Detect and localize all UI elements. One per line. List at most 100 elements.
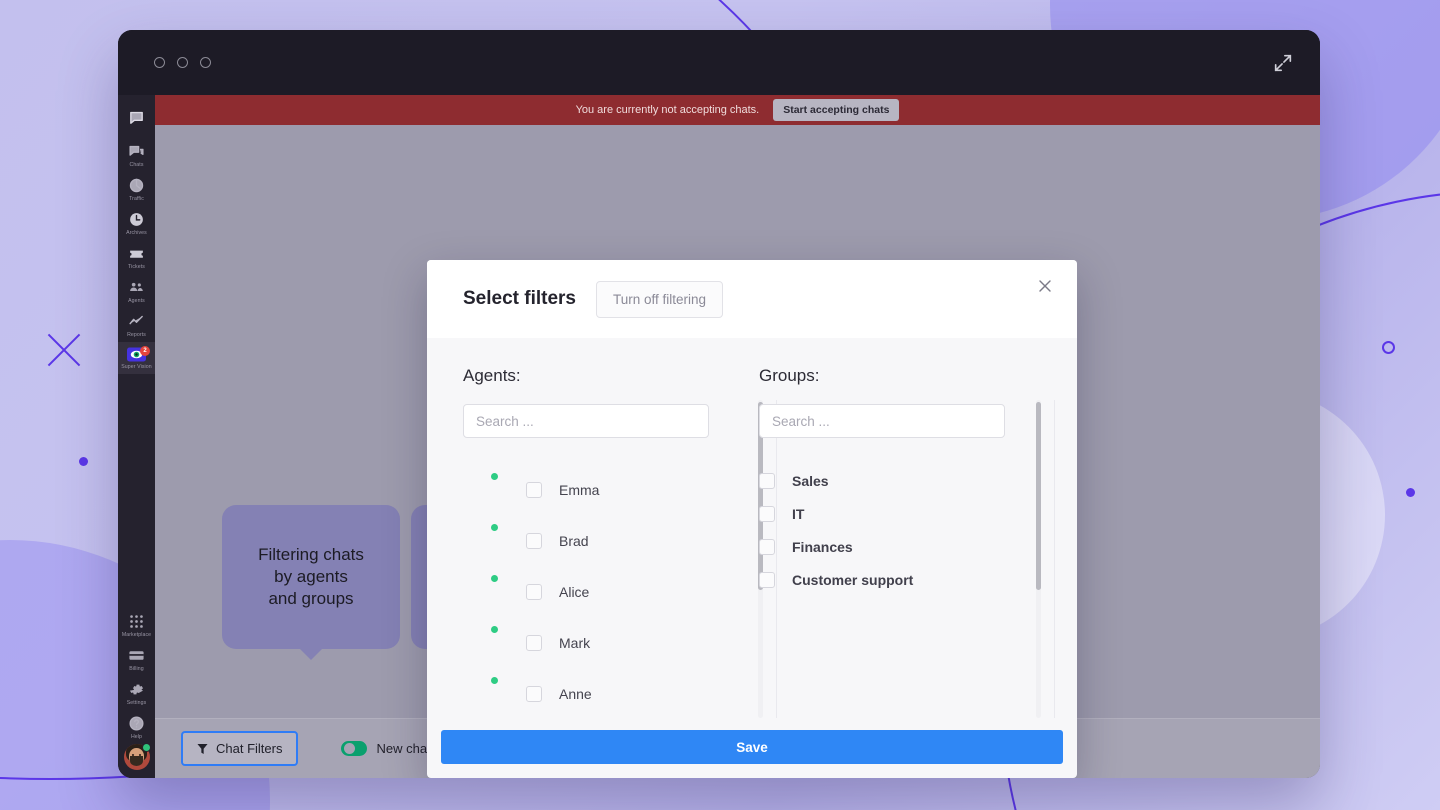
sidebar-item-marketplace[interactable]: Marketplace <box>118 608 155 642</box>
window-dot-1[interactable] <box>154 57 165 68</box>
chat-filters-label: Chat Filters <box>216 741 283 756</box>
agent-avatar <box>463 470 500 508</box>
agent-avatar <box>463 674 500 712</box>
groups-scrollbar-track[interactable] <box>1036 400 1041 718</box>
window-controls[interactable] <box>154 57 211 68</box>
sidebar-item-archives[interactable]: Archives <box>118 206 155 240</box>
save-button[interactable]: Save <box>441 730 1063 764</box>
question-circle-icon <box>128 715 145 732</box>
list-item[interactable]: Customer support <box>759 563 1063 596</box>
page-root: Chats Traffic Archives Tickets Agents Re… <box>0 0 1440 810</box>
funnel-icon <box>197 743 208 755</box>
sidebar-item-help[interactable]: Help <box>118 710 155 744</box>
main-content: You are currently not accepting chats. S… <box>155 95 1320 778</box>
sidebar-label-traffic: Traffic <box>129 196 144 202</box>
agent-avatar <box>463 623 500 661</box>
sidebar-item-billing[interactable]: Billing <box>118 642 155 676</box>
modal-header: Select filters Turn off filtering <box>427 260 1077 338</box>
list-item[interactable]: Emma <box>463 464 747 515</box>
list-item[interactable]: Brad <box>463 515 747 566</box>
start-accepting-chats-button[interactable]: Start accepting chats <box>773 99 900 121</box>
agent-checkbox-mark[interactable] <box>526 634 542 651</box>
alert-message: You are currently not accepting chats. <box>575 104 760 116</box>
window-dot-2[interactable] <box>177 57 188 68</box>
agent-name-alice: Alice <box>559 583 590 600</box>
groups-list: Sales IT Finances Customer support <box>759 464 1063 730</box>
agent-checkbox-emma[interactable] <box>526 481 542 498</box>
group-name-finances: Finances <box>792 538 853 555</box>
new-chat-notifications-toggle[interactable] <box>341 741 368 756</box>
super-vision-badge: 2 <box>140 346 150 356</box>
sidebar-item-agents[interactable]: Agents <box>118 274 155 308</box>
group-checkbox-sales[interactable] <box>759 472 775 489</box>
agent-checkbox-alice[interactable] <box>526 583 542 600</box>
ticket-icon <box>128 245 145 262</box>
groups-search-input[interactable] <box>759 404 1005 438</box>
window-body: Chats Traffic Archives Tickets Agents Re… <box>118 95 1320 778</box>
groups-column-divider <box>1054 400 1055 718</box>
sidebar-item-settings[interactable]: Settings <box>118 676 155 710</box>
list-item[interactable]: Alice <box>463 566 747 617</box>
group-name-customer-support: Customer support <box>792 571 914 588</box>
work-area: Filtering chats by agents and groups Sel… <box>155 125 1320 778</box>
agents-column: Agents: Search ... Emma Brad Alice Mark … <box>427 366 777 730</box>
group-name-it: IT <box>792 505 805 522</box>
accepting-chats-alert: You are currently not accepting chats. S… <box>155 95 1320 125</box>
list-item[interactable]: IT <box>759 497 1063 530</box>
agents-icon <box>128 279 145 296</box>
select-filters-modal: Select filters Turn off filtering Agents… <box>427 260 1077 778</box>
turn-off-filtering-button[interactable]: Turn off filtering <box>596 280 724 318</box>
groups-scrollbar-thumb[interactable] <box>1036 402 1041 590</box>
sidebar-item-traffic[interactable]: Traffic <box>118 172 155 206</box>
expand-arrows-icon[interactable] <box>1272 52 1294 74</box>
list-item[interactable]: Finances <box>759 530 1063 563</box>
agent-online-dot <box>489 521 500 533</box>
avatar-status-dot <box>141 743 151 752</box>
agent-avatar <box>463 521 500 559</box>
sidebar-item-chat-bubble[interactable] <box>118 103 155 138</box>
agent-online-dot <box>489 470 500 482</box>
agents-list: Emma Brad Alice Mark Anne <box>463 464 747 730</box>
agent-checkbox-brad[interactable] <box>526 532 542 549</box>
window-dot-3[interactable] <box>200 57 211 68</box>
sidebar-label-settings: Settings <box>126 700 147 706</box>
agent-name-anne: Anne <box>559 685 592 702</box>
sidebar-label-help: Help <box>130 734 143 740</box>
window-titlebar <box>118 30 1320 95</box>
sidebar-item-super-vision[interactable]: 2 Super Vision <box>118 342 155 374</box>
agent-checkbox-anne[interactable] <box>526 685 542 702</box>
sidebar-item-tickets[interactable]: Tickets <box>118 240 155 274</box>
groups-column: Groups: Sales <box>747 366 1063 730</box>
list-item[interactable]: Sales <box>759 464 1063 497</box>
group-checkbox-finances[interactable] <box>759 538 775 555</box>
agent-online-dot <box>489 674 500 686</box>
list-item[interactable]: Anne <box>463 668 747 719</box>
close-icon[interactable] <box>1035 276 1055 296</box>
sidebar-item-chats[interactable]: Chats <box>118 138 155 172</box>
toggle-knob <box>344 743 356 754</box>
chats-icon <box>128 143 145 160</box>
group-checkbox-it[interactable] <box>759 505 775 522</box>
clock-icon <box>128 211 145 228</box>
left-sidebar: Chats Traffic Archives Tickets Agents Re… <box>118 95 155 778</box>
chat-filters-button[interactable]: Chat Filters <box>181 731 299 766</box>
modal-overlay: Select filters Turn off filtering Agents… <box>155 125 1320 778</box>
group-name-sales: Sales <box>792 472 829 489</box>
chat-bubble-icon <box>128 109 145 126</box>
sidebar-label-super-vision: Super Vision <box>121 364 152 370</box>
group-checkbox-customer-support[interactable] <box>759 571 775 588</box>
sidebar-label-billing: Billing <box>129 666 144 672</box>
gear-icon <box>128 681 145 698</box>
list-item[interactable]: Mark <box>463 617 747 668</box>
agents-search-input[interactable] <box>463 404 709 438</box>
modal-body: Agents: Search ... Emma Brad Alice Mark … <box>427 338 1077 730</box>
agent-name-mark: Mark <box>559 634 591 651</box>
app-window: Chats Traffic Archives Tickets Agents Re… <box>118 30 1320 778</box>
sidebar-item-reports[interactable]: Reports <box>118 308 155 342</box>
avatar[interactable] <box>123 743 151 770</box>
sidebar-label-agents: Agents <box>128 298 145 304</box>
agent-avatar <box>463 572 500 610</box>
sidebar-label-chats: Chats <box>129 162 144 168</box>
agent-online-dot <box>489 623 500 635</box>
credit-card-icon <box>128 647 145 664</box>
